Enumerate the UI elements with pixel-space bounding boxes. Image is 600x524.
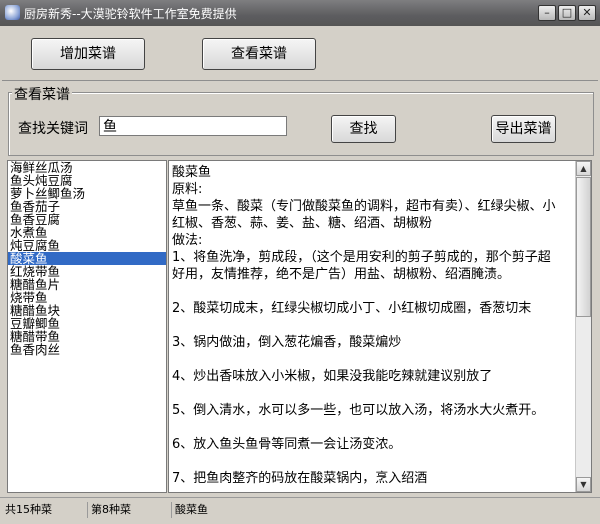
recipe-textarea[interactable]: 酸菜鱼原料: 草鱼一条、酸菜（专门做酸菜鱼的调料，超市有卖）、红绿尖椒、小 红椒、香…	[168, 160, 592, 493]
recipe-text-line: 好用，友情推荐，绝不是广告）用盐、胡椒粉、绍酒腌渍。	[172, 267, 511, 282]
title-bar: 厨房新秀--大漠驼铃软件工作室免费提供 – □ ✕	[0, 0, 600, 26]
vertical-scrollbar[interactable]: ▲ ▼	[575, 161, 591, 492]
recipe-text-line	[172, 283, 576, 300]
keyword-input[interactable]	[99, 116, 287, 136]
close-icon[interactable]: ✕	[578, 5, 596, 21]
export-recipe-button[interactable]: 导出菜谱	[491, 115, 556, 143]
recipe-text-line: 6、放入鱼头鱼骨等同煮一会让汤变浓。	[172, 437, 402, 452]
window-title: 厨房新秀--大漠驼铃软件工作室免费提供	[24, 7, 237, 21]
keyword-label: 查找关键词	[18, 121, 88, 137]
recipe-text-line: 原料:	[172, 182, 203, 197]
recipe-text-line	[172, 453, 576, 470]
group-legend: 查看菜谱	[12, 84, 72, 104]
recipe-text-line: 3、锅内做油，倒入葱花煸香，酸菜煸炒	[172, 335, 402, 350]
recipe-listbox[interactable]: 海鲜丝瓜汤 鱼头炖豆腐 萝卜丝鲫鱼汤 鱼香茄子 鱼香豆腐 水煮鱼 炖豆腐鱼 酸菜鱼 红烧带鱼 糖醋…	[7, 160, 167, 493]
status-bar: 共15种菜 第8种菜 酸菜鱼	[0, 497, 600, 524]
recipe-text-line	[172, 351, 576, 368]
status-index: 第8种菜	[88, 502, 172, 518]
maximize-icon[interactable]: □	[558, 5, 576, 21]
scroll-thumb[interactable]	[576, 177, 591, 317]
recipe-text-line: 红椒、香葱、蒜、姜、盐、糖、绍酒、胡椒粉	[172, 216, 433, 231]
recipe-text-line	[172, 385, 576, 402]
recipe-text-line: 做法:	[172, 233, 203, 248]
view-recipe-button[interactable]: 查看菜谱	[202, 38, 316, 70]
recipe-text-line: 草鱼一条、酸菜（专门做酸菜鱼的调料，超市有卖）、红绿尖椒、小	[172, 199, 556, 214]
search-button[interactable]: 查找	[331, 115, 396, 143]
recipe-text-line: 酸菜鱼	[172, 165, 212, 180]
recipe-text-line: 2、酸菜切成末，红绿尖椒切成小丁、小红椒切成圈，香葱切末	[172, 301, 532, 316]
scroll-down-icon[interactable]: ▼	[576, 477, 591, 492]
scroll-up-icon[interactable]: ▲	[576, 161, 591, 176]
recipe-text-line	[172, 317, 576, 334]
recipe-text-line	[172, 419, 576, 436]
status-current: 酸菜鱼	[175, 503, 208, 516]
list-item[interactable]: 鱼香肉丝	[8, 343, 166, 356]
status-total: 共15种菜	[2, 502, 88, 518]
app-icon	[5, 5, 20, 20]
add-recipe-button[interactable]: 增加菜谱	[31, 38, 145, 70]
minimize-icon[interactable]: –	[538, 5, 556, 21]
recipe-text-line: 1、将鱼洗净，剪成段，（这个是用安利的剪子剪成的，那个剪子超	[172, 250, 551, 265]
recipe-text-line: 4、炒出香味放入小米椒，如果没我能吃辣就建议别放了	[172, 369, 493, 384]
recipe-text-content: 酸菜鱼原料: 草鱼一条、酸菜（专门做酸菜鱼的调料，超市有卖）、红绿尖椒、小 红椒、香…	[172, 164, 576, 487]
recipe-text-line: 7、把鱼肉整齐的码放在酸菜锅内，烹入绍酒	[172, 471, 428, 486]
recipe-text-line: 5、倒入清水，水可以多一些，也可以放入汤，将汤水大火煮开。	[172, 403, 545, 418]
